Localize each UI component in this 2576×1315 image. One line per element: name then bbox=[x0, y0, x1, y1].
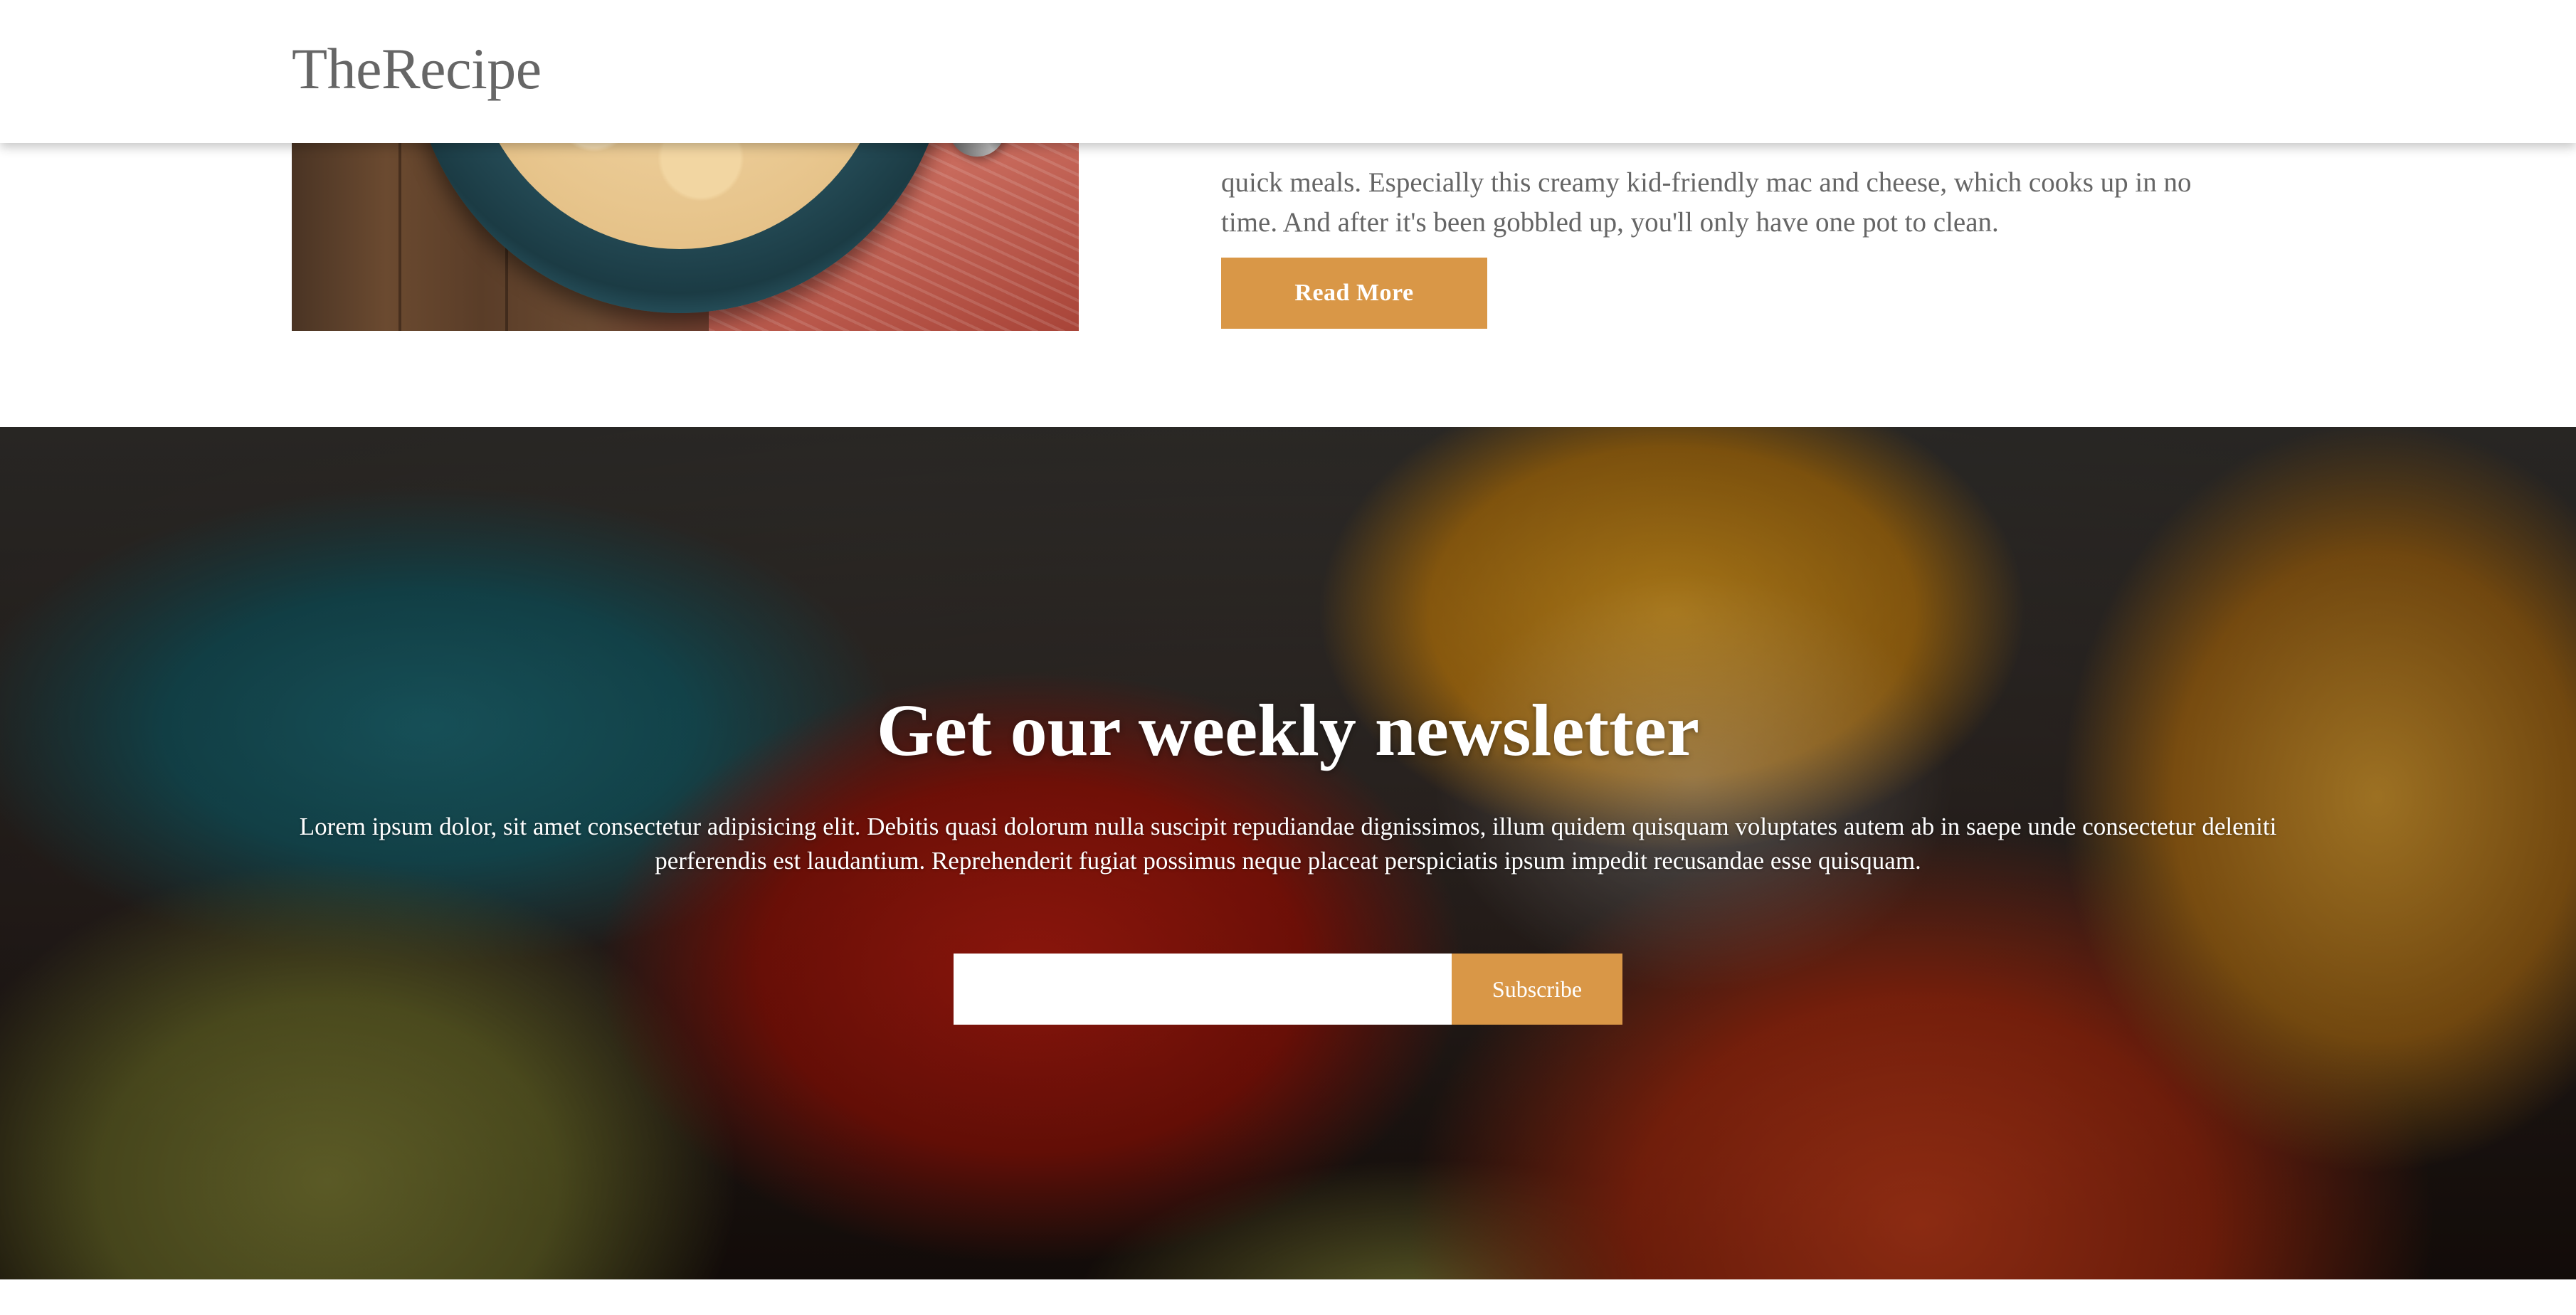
newsletter-section: Get our weekly newsletter Lorem ipsum do… bbox=[0, 427, 2576, 1279]
subscribe-button[interactable]: Subscribe bbox=[1452, 954, 1622, 1025]
subscribe-form: Subscribe bbox=[954, 954, 1622, 1025]
site-header: TheRecipe bbox=[0, 0, 2576, 143]
newsletter-description: Lorem ipsum dolor, sit amet consectetur … bbox=[299, 813, 2277, 875]
email-input[interactable] bbox=[954, 954, 1452, 1025]
read-more-button[interactable]: Read More bbox=[1221, 258, 1487, 329]
newsletter-title: Get our weekly newsletter bbox=[876, 690, 1700, 771]
site-logo[interactable]: TheRecipe bbox=[292, 30, 542, 108]
recipe-excerpt: quick meals. Especially this creamy kid-… bbox=[1221, 167, 2192, 238]
newsletter-content: Get our weekly newsletter Lorem ipsum do… bbox=[0, 427, 2576, 1279]
